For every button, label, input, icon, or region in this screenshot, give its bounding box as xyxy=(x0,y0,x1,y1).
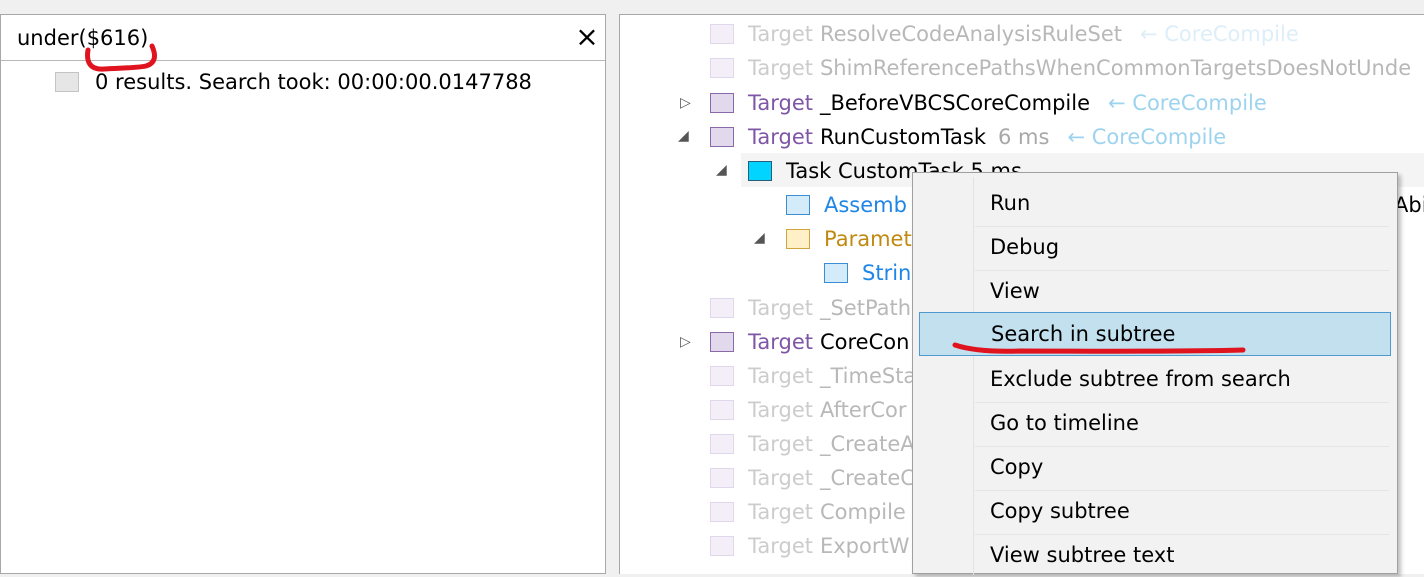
menu-item-label: Run xyxy=(990,191,1031,215)
target-keyword: Target xyxy=(748,91,813,115)
target-name: RunCustomTask xyxy=(819,125,987,149)
parent-link[interactable]: ← CoreCompile xyxy=(1108,91,1267,115)
string-icon xyxy=(824,263,848,283)
menu-item-debug[interactable]: Debug xyxy=(919,225,1391,269)
target-name: _CreateC xyxy=(819,466,915,490)
target-keyword: Target xyxy=(748,125,813,149)
target-keyword: Target xyxy=(748,432,813,456)
target-keyword: Target xyxy=(748,466,813,490)
collapse-arrow-icon[interactable]: ◢ xyxy=(716,155,730,185)
menu-item-exclude-subtree[interactable]: Exclude subtree from search xyxy=(919,357,1391,401)
search-pane: × 0 results. Search took: 00:00:00.01477… xyxy=(0,14,606,574)
target-name: _SetPath xyxy=(819,296,912,320)
target-keyword: Target xyxy=(748,296,813,320)
tree-row[interactable]: Target AfterCor xyxy=(710,395,907,425)
target-icon xyxy=(710,93,734,113)
target-keyword: Target xyxy=(748,22,813,46)
tree-row[interactable]: Target RunCustomTask 6 ms ← CoreCompile xyxy=(710,122,1226,152)
task-icon xyxy=(748,161,772,181)
target-name: ResolveCodeAnalysisRuleSet xyxy=(819,22,1122,46)
target-name: Compile xyxy=(819,500,906,524)
tree-row[interactable]: Target _BeforeVBCSCoreCompile ← CoreComp… xyxy=(710,88,1267,118)
target-name: _CreateA xyxy=(819,432,915,456)
tree-row[interactable]: Target ShimReferencePathsWhenCommonTarge… xyxy=(710,53,1411,83)
assembly-icon xyxy=(786,195,810,215)
tree-row[interactable]: Target ExportW xyxy=(710,531,909,561)
search-box: × xyxy=(1,15,605,61)
menu-item-label: Copy subtree xyxy=(990,499,1130,523)
target-keyword: Target xyxy=(748,398,813,422)
truncated-text: Abi xyxy=(1394,193,1424,217)
tree-row[interactable]: Paramet xyxy=(786,224,912,254)
assembly-label: Assemb xyxy=(824,193,907,217)
target-icon xyxy=(710,502,734,522)
parent-link[interactable]: ← CoreCompile xyxy=(1067,125,1226,149)
menu-item-label: View subtree text xyxy=(990,543,1175,567)
menu-item-view-subtree-text[interactable]: View subtree text xyxy=(919,533,1391,577)
tree-row[interactable]: Target _SetPath xyxy=(710,293,911,323)
expand-arrow-icon[interactable]: ▷ xyxy=(680,88,694,118)
target-icon xyxy=(710,366,734,386)
target-icon xyxy=(710,58,734,78)
string-label: Strin xyxy=(862,261,912,285)
menu-item-run[interactable]: Run xyxy=(919,181,1391,225)
menu-item-copy-subtree[interactable]: Copy subtree xyxy=(919,489,1391,533)
context-menu: Run Debug View Search in subtree Exclude… xyxy=(912,172,1398,577)
target-icon xyxy=(710,536,734,556)
collapse-arrow-icon[interactable]: ◢ xyxy=(678,121,692,151)
tree-row[interactable]: Target CoreCon xyxy=(710,327,909,357)
tree-row[interactable]: Target _CreateC xyxy=(710,463,915,493)
target-name: AfterCor xyxy=(819,398,907,422)
parameter-label: Paramet xyxy=(824,227,912,251)
parameter-icon xyxy=(786,229,810,249)
menu-item-label: Search in subtree xyxy=(991,322,1176,346)
search-input[interactable] xyxy=(7,21,567,55)
target-name: ShimReferencePathsWhenCommonTargetsDoesN… xyxy=(819,56,1412,80)
target-name: _TimeSta xyxy=(819,364,917,388)
tree-row[interactable]: Target _TimeSta xyxy=(710,361,916,391)
menu-item-label: Copy xyxy=(990,455,1044,479)
tree-row[interactable]: Strin xyxy=(824,258,911,288)
close-icon[interactable]: × xyxy=(573,23,601,52)
collapse-arrow-icon[interactable]: ◢ xyxy=(754,223,768,253)
search-result-row: 0 results. Search took: 00:00:00.0147788 xyxy=(55,69,532,95)
target-icon xyxy=(710,332,734,352)
target-name: ExportW xyxy=(819,534,910,558)
tree-row[interactable]: Target _CreateA xyxy=(710,429,915,459)
tree-row[interactable]: Assemb xyxy=(786,190,907,220)
duration-label: 6 ms xyxy=(998,125,1050,149)
target-icon xyxy=(710,434,734,454)
target-name: CoreCon xyxy=(819,330,910,354)
menu-item-label: Exclude subtree from search xyxy=(990,367,1291,391)
menu-item-go-to-timeline[interactable]: Go to timeline xyxy=(919,401,1391,445)
menu-item-view[interactable]: View xyxy=(919,269,1391,313)
target-icon xyxy=(710,127,734,147)
target-icon xyxy=(710,400,734,420)
result-icon xyxy=(55,72,79,92)
target-keyword: Target xyxy=(748,330,813,354)
menu-item-label: Go to timeline xyxy=(990,411,1139,435)
target-keyword: Target xyxy=(748,500,813,524)
target-name: _BeforeVBCSCoreCompile xyxy=(819,91,1091,115)
tree-row[interactable]: Target ResolveCodeAnalysisRuleSet ← Core… xyxy=(710,19,1299,49)
target-icon xyxy=(710,298,734,318)
menu-item-label: View xyxy=(990,279,1040,303)
menu-item-search-in-subtree[interactable]: Search in subtree xyxy=(919,312,1391,356)
target-keyword: Target xyxy=(748,364,813,388)
menu-item-label: Debug xyxy=(990,235,1060,259)
target-icon xyxy=(710,468,734,488)
tree-row[interactable]: Target Compile xyxy=(710,497,906,527)
parent-link[interactable]: ← CoreCompile xyxy=(1140,22,1299,46)
expand-arrow-icon[interactable]: ▷ xyxy=(680,327,694,357)
search-result-text: 0 results. Search took: 00:00:00.0147788 xyxy=(95,70,532,94)
target-icon xyxy=(710,24,734,44)
target-keyword: Target xyxy=(748,534,813,558)
target-keyword: Target xyxy=(748,56,813,80)
menu-item-copy[interactable]: Copy xyxy=(919,445,1391,489)
